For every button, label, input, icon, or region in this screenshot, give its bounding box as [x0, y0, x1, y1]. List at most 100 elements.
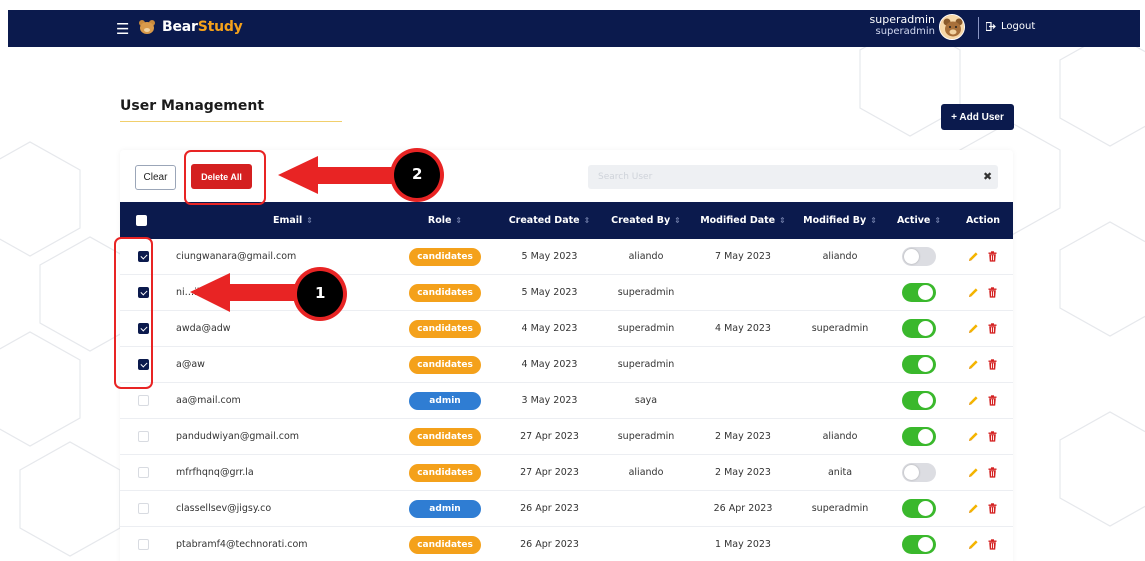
row-checkbox[interactable]: [137, 359, 149, 370]
created-date-cell: 4 May 2023: [521, 359, 578, 370]
role-badge: candidates: [409, 247, 481, 266]
modified-by-cell: [792, 527, 888, 561]
edit-pencil-icon[interactable]: [968, 287, 979, 298]
active-toggle[interactable]: [902, 247, 936, 266]
active-toggle[interactable]: [902, 463, 936, 482]
edit-pencil-icon[interactable]: [968, 503, 979, 514]
email-cell: awda@adw: [176, 323, 231, 334]
logout-button[interactable]: Logout: [986, 21, 1035, 32]
sort-icon: ⇕: [583, 216, 591, 225]
row-checkbox[interactable]: [137, 431, 149, 442]
active-toggle[interactable]: [902, 283, 936, 302]
created-by-cell: aliando: [628, 467, 664, 478]
row-checkbox-cell: [130, 347, 156, 382]
navbar-divider: [978, 17, 979, 39]
delete-trash-icon[interactable]: [987, 323, 998, 334]
modified-by-cell: anita: [827, 467, 853, 478]
clear-button[interactable]: Clear: [135, 165, 176, 190]
role-badge: candidates: [409, 319, 481, 338]
role-cell: admin: [390, 383, 500, 418]
edit-pencil-icon[interactable]: [968, 323, 979, 334]
sort-icon: ⇕: [455, 216, 463, 225]
edit-pencil-icon[interactable]: [968, 431, 979, 442]
action-cell: [953, 311, 1013, 346]
delete-trash-icon[interactable]: [987, 287, 998, 298]
email-cell: pandudwiyan@gmail.com: [176, 431, 300, 442]
user-role: superadmin: [875, 26, 936, 37]
modified-by-cell: [792, 383, 888, 418]
modified-date-cell: 26 Apr 2023: [713, 503, 773, 514]
add-user-button[interactable]: + Add User: [941, 104, 1014, 130]
active-toggle[interactable]: [902, 319, 936, 338]
delete-trash-icon[interactable]: [987, 431, 998, 442]
column-modified-date[interactable]: Modified Date ⇕: [694, 202, 792, 239]
delete-trash-icon[interactable]: [987, 539, 998, 550]
active-cell: [888, 239, 950, 274]
role-badge: admin: [409, 391, 481, 410]
action-cell: [953, 275, 1013, 310]
hamburger-menu-icon[interactable]: ☰: [116, 20, 129, 38]
clear-search-icon[interactable]: ✖: [983, 170, 992, 183]
column-created-date[interactable]: Created Date ⇕: [501, 202, 598, 239]
sort-icon: ⇕: [306, 216, 313, 225]
delete-trash-icon[interactable]: [987, 359, 998, 370]
active-toggle[interactable]: [902, 535, 936, 554]
edit-pencil-icon[interactable]: [968, 251, 979, 262]
table-row: mfrfhqnq@grr.la candidates 27 Apr 2023 alia…: [120, 455, 1013, 491]
role-badge: candidates: [409, 463, 481, 482]
modified-by-cell: superadmin: [811, 503, 869, 514]
role-badge: candidates: [409, 535, 481, 554]
edit-pencil-icon[interactable]: [968, 395, 979, 406]
row-checkbox[interactable]: [137, 395, 149, 406]
brand-logo-link[interactable]: BearStudy: [138, 19, 243, 35]
modified-date-cell: [694, 275, 792, 310]
logout-icon: [986, 22, 996, 31]
row-checkbox-cell: [130, 491, 156, 526]
created-date-cell: 27 Apr 2023: [520, 431, 579, 442]
edit-pencil-icon[interactable]: [968, 359, 979, 370]
active-cell: [888, 527, 950, 561]
column-role[interactable]: Role ⇕: [390, 202, 500, 239]
active-cell: [888, 275, 950, 310]
sort-icon: ⇕: [870, 216, 877, 225]
step-2-label: 2: [412, 165, 423, 183]
edit-pencil-icon[interactable]: [968, 467, 979, 478]
delete-all-button[interactable]: Delete All: [191, 164, 252, 189]
row-checkbox[interactable]: [137, 323, 149, 334]
page-title: User Management: [120, 98, 265, 114]
current-user-info[interactable]: superadmin superadmin: [870, 14, 935, 38]
column-email[interactable]: Email ⇕: [166, 202, 420, 239]
action-cell: [953, 491, 1013, 526]
active-toggle[interactable]: [902, 391, 936, 410]
select-all-checkbox[interactable]: [136, 215, 147, 226]
user-name: superadmin: [869, 13, 935, 26]
active-cell: [888, 347, 950, 382]
row-checkbox-cell: [130, 455, 156, 490]
row-checkbox-cell: [130, 419, 156, 454]
active-cell: [888, 311, 950, 346]
created-date-cell: 4 May 2023: [521, 323, 578, 334]
created-by-cell: superadmin: [617, 287, 675, 298]
row-checkbox[interactable]: [137, 251, 149, 262]
delete-trash-icon[interactable]: [987, 467, 998, 478]
active-toggle[interactable]: [902, 355, 936, 374]
delete-trash-icon[interactable]: [987, 395, 998, 406]
modified-by-cell: [792, 347, 888, 382]
delete-trash-icon[interactable]: [987, 251, 998, 262]
avatar[interactable]: [939, 14, 965, 40]
column-active[interactable]: Active ⇕: [888, 202, 950, 239]
column-created-by[interactable]: Created By ⇕: [598, 202, 694, 239]
table-row: pandudwiyan@gmail.com candidates 27 Apr 20…: [120, 419, 1013, 455]
row-checkbox[interactable]: [137, 539, 149, 550]
column-modified-by[interactable]: Modified By ⇕: [792, 202, 888, 239]
role-cell: candidates: [390, 275, 500, 310]
active-toggle[interactable]: [902, 427, 936, 446]
active-toggle[interactable]: [902, 499, 936, 518]
edit-pencil-icon[interactable]: [968, 539, 979, 550]
row-checkbox[interactable]: [137, 287, 149, 298]
row-checkbox[interactable]: [137, 467, 149, 478]
row-checkbox-cell: [130, 239, 156, 274]
delete-trash-icon[interactable]: [987, 503, 998, 514]
search-user-input[interactable]: [588, 165, 998, 189]
row-checkbox[interactable]: [137, 503, 149, 514]
